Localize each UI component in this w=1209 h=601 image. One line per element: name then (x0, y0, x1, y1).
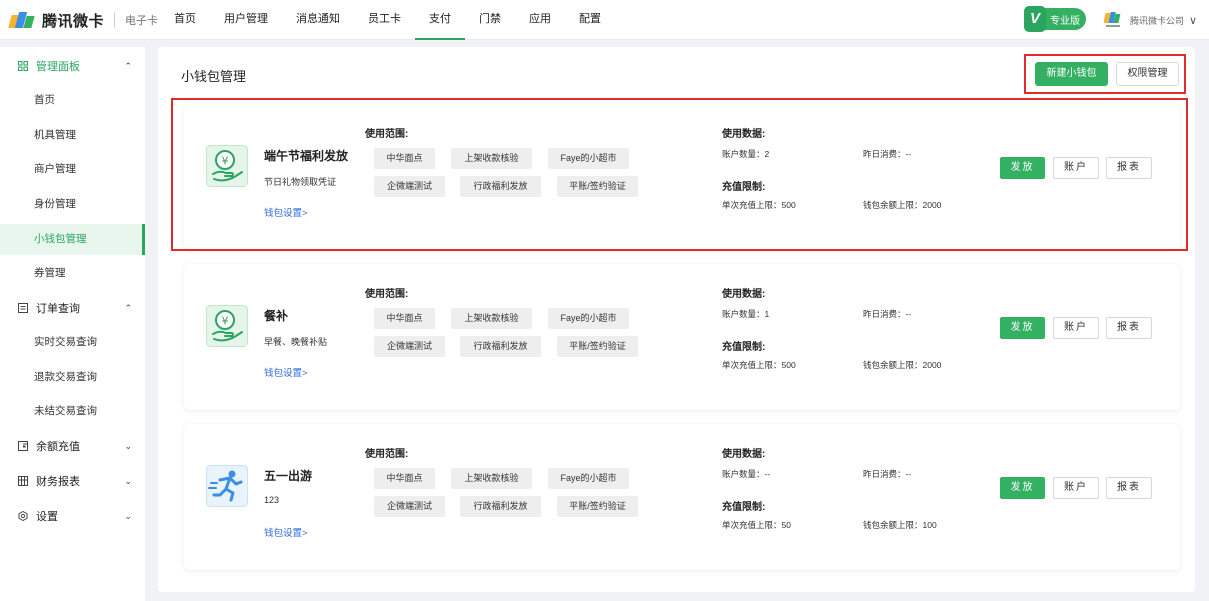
company-logo-icon (1103, 11, 1122, 29)
wallet-icon (18, 441, 28, 451)
wallet-settings-link[interactable]: 钱包设置> (264, 525, 308, 539)
account-button[interactable]: 账户 (1053, 477, 1099, 499)
brand-subtitle: 电子卡 (125, 15, 159, 27)
brand-logo-icon (8, 11, 36, 29)
scope-label: 使用范围: (365, 289, 409, 300)
chevron-down-icon: ⌄ (124, 475, 132, 486)
issue-button[interactable]: 发放 (1000, 477, 1045, 499)
brand-name: 腾讯微卡 (42, 12, 105, 30)
scope-tag: 行政福利发放 (460, 336, 541, 357)
scope-tag: 中华面点 (374, 308, 435, 329)
scope-tag: 企微端测试 (374, 336, 445, 357)
scope-tag: Faye的小超市 (548, 468, 629, 489)
wallet-description: 123 (264, 495, 280, 505)
svg-text:¥: ¥ (222, 315, 229, 328)
account-count: 账户数量：1 (722, 309, 770, 319)
sidebar-item-devices[interactable]: 机具管理 (0, 120, 145, 151)
sidebar-group-label: 管理面板 (36, 61, 80, 73)
chevron-down-icon: ⌄ (124, 440, 132, 451)
chevron-up-icon: ⌃ (124, 302, 132, 313)
wallet-name: 五一出游 (264, 469, 313, 483)
highlight-box-top-actions (1024, 54, 1186, 94)
usage-label: 使用数据: (722, 449, 766, 460)
top-bar: 腾讯微卡 电子卡 首页 用户管理 消息通知 员工卡 支付 门禁 应用 配置 V … (0, 0, 1209, 40)
brand-divider (114, 12, 116, 28)
single-topup-limit: 单次充值上限：50 (722, 520, 791, 530)
sidebar-item-coupons[interactable]: 券管理 (0, 258, 145, 289)
chevron-up-icon: ⌃ (124, 60, 132, 71)
wallet-card: 五一出游 123 钱包设置> 使用范围: 中华面点 上架收款核验 Faye的小超… (184, 424, 1180, 570)
balance-limit: 钱包余额上限：100 (863, 520, 937, 530)
sidebar-group-label: 财务报表 (36, 476, 80, 488)
company-switcher[interactable]: 腾讯微卡公司 ∨ (1103, 11, 1198, 29)
scope-tag: 行政福利发放 (460, 496, 541, 517)
nav-notifications[interactable]: 消息通知 (282, 0, 354, 40)
running-man-icon (206, 465, 248, 507)
brand-logo[interactable]: 腾讯微卡 电子卡 (8, 10, 159, 30)
nav-access-control[interactable]: 门禁 (465, 0, 515, 40)
sidebar-group-topup[interactable]: 余额充值 ⌄ (0, 429, 145, 463)
money-hand-icon: ¥ (206, 305, 248, 347)
nav-payment[interactable]: 支付 (415, 0, 465, 40)
company-name: 腾讯微卡公司 (1130, 15, 1185, 26)
sidebar-item-identity[interactable]: 身份管理 (0, 189, 145, 220)
table-icon (18, 476, 28, 486)
report-button[interactable]: 报表 (1106, 477, 1152, 499)
sidebar-group-orders[interactable]: 订单查询 ⌃ (0, 291, 145, 325)
grid-icon (18, 61, 28, 71)
yesterday-spend: 昨日消费：-- (863, 469, 912, 479)
account-button[interactable]: 账户 (1053, 317, 1099, 339)
highlight-box-wallet-card (171, 98, 1188, 251)
scope-tag: 平账/签约验证 (557, 496, 638, 517)
wallet-name: 餐补 (264, 309, 289, 323)
page-title: 小钱包管理 (181, 69, 247, 84)
sidebar-group-dashboard[interactable]: 管理面板 ⌃ (0, 49, 145, 83)
sidebar-item-realtime-orders[interactable]: 实时交易查询 (0, 327, 145, 358)
scope-tag: 企微端测试 (374, 496, 445, 517)
sidebar-group-label: 设置 (36, 511, 58, 523)
wallet-settings-link[interactable]: 钱包设置> (264, 365, 308, 379)
usage-label: 使用数据: (722, 289, 766, 300)
balance-limit: 钱包余额上限：2000 (863, 360, 942, 370)
pro-v-icon: V (1024, 6, 1046, 32)
nav-home[interactable]: 首页 (160, 0, 210, 40)
wallet-description: 早餐、晚餐补贴 (264, 337, 328, 347)
sidebar-group-label: 余额充值 (36, 441, 80, 453)
sidebar: 管理面板 ⌃ 首页 机具管理 商户管理 身份管理 小钱包管理 券管理 订单查询 … (0, 47, 145, 601)
sidebar-item-unsettled-orders[interactable]: 未结交易查询 (0, 396, 145, 427)
nav-user-management[interactable]: 用户管理 (210, 0, 282, 40)
limits-label: 充值限制: (722, 502, 766, 513)
scope-tag: 平账/签约验证 (557, 336, 638, 357)
document-icon (18, 303, 28, 313)
chevron-down-icon: ∨ (1189, 14, 1198, 27)
nav-employee-card[interactable]: 员工卡 (354, 0, 415, 40)
sidebar-group-settings[interactable]: 设置 ⌄ (0, 499, 145, 533)
report-button[interactable]: 报表 (1106, 317, 1152, 339)
sidebar-item-wallets[interactable]: 小钱包管理 (0, 224, 145, 255)
issue-button[interactable]: 发放 (1000, 317, 1045, 339)
scope-tag: Faye的小超市 (548, 308, 629, 329)
single-topup-limit: 单次充值上限：500 (722, 360, 796, 370)
sidebar-group-reports[interactable]: 财务报表 ⌄ (0, 464, 145, 498)
limits-label: 充值限制: (722, 342, 766, 353)
scope-label: 使用范围: (365, 449, 409, 460)
wallet-card: ¥ 餐补 早餐、晚餐补贴 钱包设置> 使用范围: 中华面点 上架收款核验 Fay… (184, 264, 1180, 410)
pro-edition-badge: V 专业版 (1024, 6, 1086, 32)
scope-tag: 上架收款核验 (451, 468, 532, 489)
yesterday-spend: 昨日消费：-- (863, 309, 912, 319)
nav-config[interactable]: 配置 (565, 0, 615, 40)
sidebar-item-refund-orders[interactable]: 退款交易查询 (0, 362, 145, 393)
sidebar-item-merchants[interactable]: 商户管理 (0, 154, 145, 185)
sidebar-item-home[interactable]: 首页 (0, 85, 145, 116)
main-nav: 首页 用户管理 消息通知 员工卡 支付 门禁 应用 配置 (160, 0, 615, 40)
nav-apps[interactable]: 应用 (515, 0, 565, 40)
scope-tag: 上架收款核验 (451, 308, 532, 329)
chevron-down-icon: ⌄ (124, 510, 132, 521)
scope-tag: 中华面点 (374, 468, 435, 489)
sidebar-group-label: 订单查询 (36, 303, 80, 315)
gear-icon (18, 510, 28, 522)
account-count: 账户数量：-- (722, 469, 771, 479)
pro-badge-label: 专业版 (1050, 15, 1080, 27)
